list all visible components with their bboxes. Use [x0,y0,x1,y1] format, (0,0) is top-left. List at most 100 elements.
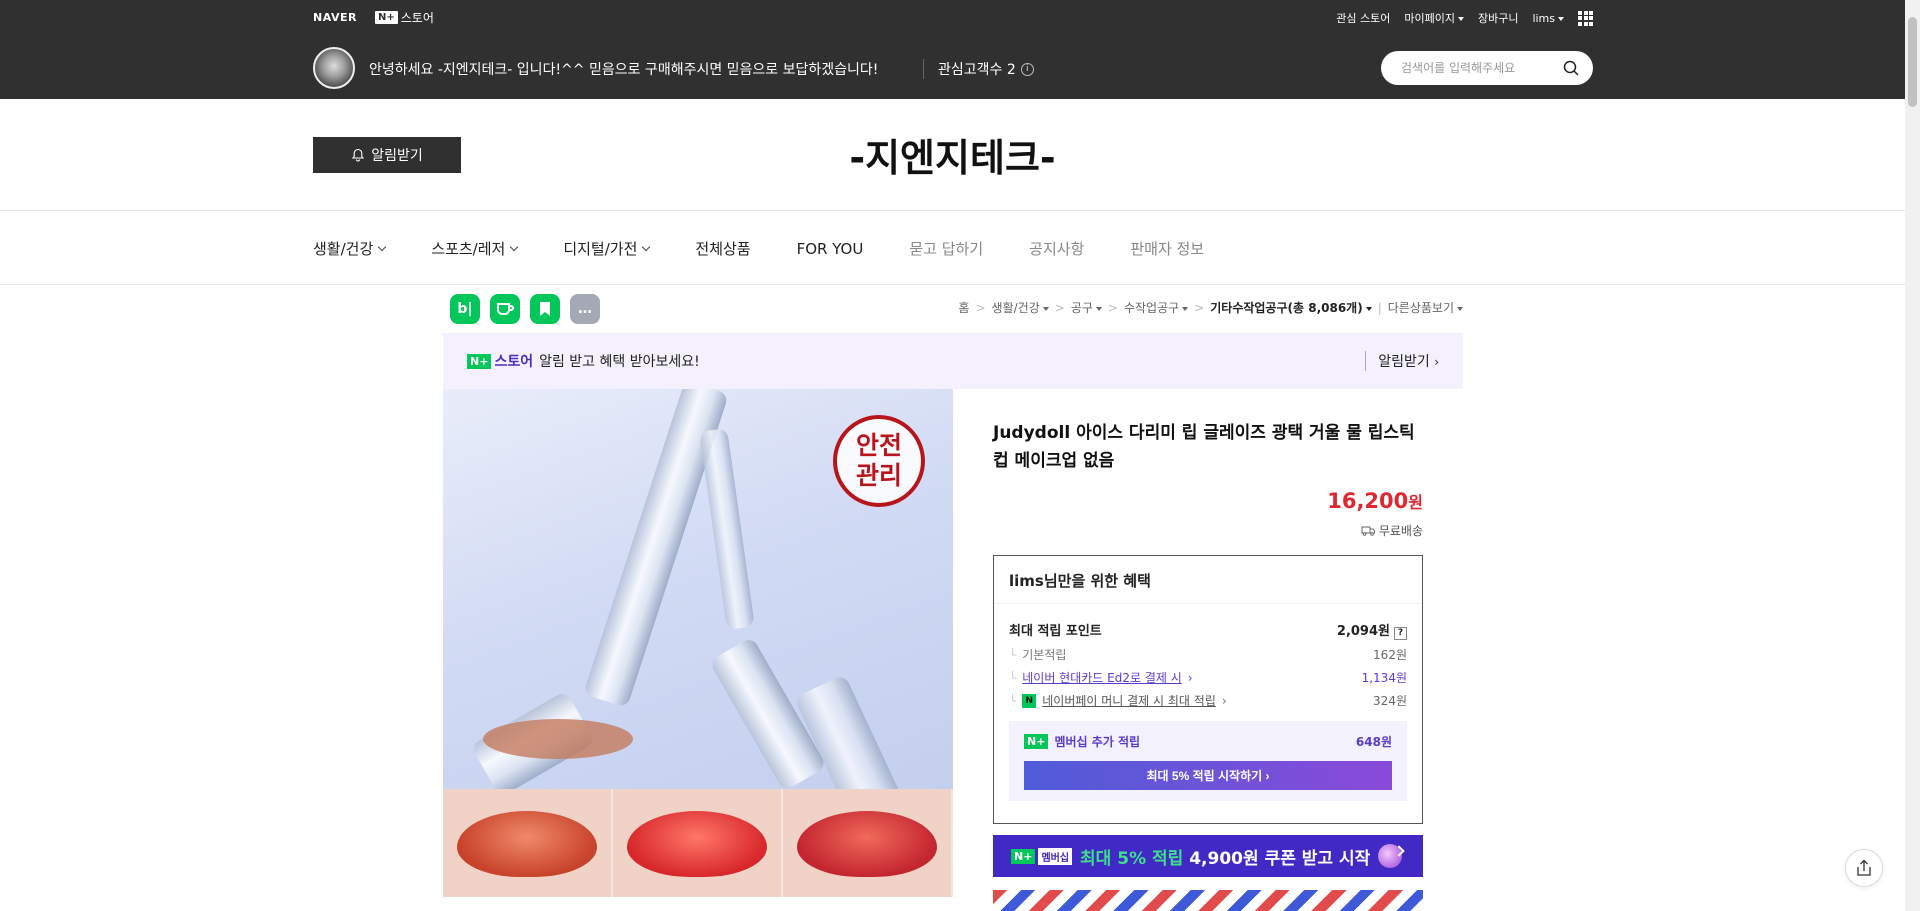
naver-store-logo[interactable]: N+ 스토어 [375,9,434,26]
chevron-right-icon: › [1187,670,1193,685]
promo-alarm-label: 알림받기 [1378,354,1430,370]
nav-label: 디지털/가전 [563,240,638,258]
top-utility-menu: 관심 스토어 마이페이지 장바구니 lims [1336,10,1593,26]
lip-tube-shape [699,428,755,630]
info-icon[interactable]: i [1020,62,1034,76]
product-main-image[interactable]: 안전 관리 [443,389,953,789]
nav-item-sports-leisure[interactable]: 스포츠/레저 [431,238,519,259]
chevron-down-icon [378,242,387,251]
nav-label: 스포츠/레저 [431,240,506,258]
nav-item-qna[interactable]: 묻고 답하기 [909,238,983,259]
price-value: 16,200 [1327,489,1409,513]
more-share-icon[interactable]: … [570,294,600,324]
breadcrumb-separator: > [1194,300,1205,315]
membership-label: N+ 멤버십 추가 적립 [1024,733,1140,750]
caret-down-icon [1457,17,1464,21]
membership-coupon-banner[interactable]: N+ 멤버십 최대 5% 적립 4,900원 쿠폰 받고 시작 [993,835,1423,877]
nplus-icon: N+ [375,11,398,24]
breadcrumb-home[interactable]: 홈 [958,299,969,316]
membership-start-button[interactable]: 최대 5% 적립 시작하기 › [1024,761,1392,790]
breadcrumb-category[interactable]: 생활/건강 [992,299,1049,316]
app-grid-icon[interactable] [1578,10,1593,26]
product-title: Judydoll 아이스 다리미 립 글레이즈 광택 거울 물 립스틱 컵 메이… [993,423,1415,471]
breadcrumb-category[interactable]: 공구 [1071,299,1102,316]
shipping-info: 무료배송 [1361,522,1423,539]
points-row-label: └ 네이버 현대카드 Ed2로 결제 시 › [1009,669,1193,686]
help-icon[interactable]: ? [1394,626,1407,640]
store-name[interactable]: -지엔지테크- [0,127,1905,182]
cafe-share-icon[interactable] [490,294,520,324]
price-currency: 원 [1408,493,1423,512]
promo-alarm-button[interactable]: 알림받기 › [1365,351,1439,371]
bookmark-share-icon[interactable] [530,294,560,324]
favorite-stores-link[interactable]: 관심 스토어 [1336,10,1390,26]
blog-share-icon[interactable]: b| [450,294,480,324]
store-header: 알림받기 -지엔지테크- [0,99,1905,211]
chevron-right-icon: › [1434,355,1439,369]
points-row: └ N 네이버페이 머니 결제 시 최대 적립 › 324원 [1009,692,1407,709]
other-products-link[interactable]: 다른상품보기 [1388,299,1463,316]
basic-points-value: 162원 [1373,648,1407,662]
mypage-label: 마이페이지 [1404,12,1455,25]
product-price: 16,200원 [1327,489,1423,513]
nplus-icon: N+ [1024,734,1049,749]
card-points-value: 1,134원 [1361,671,1407,685]
alarm-promo-banner: N+ 스토어 알림 받고 혜택 받아보세요! 알림받기 › [443,333,1463,389]
naver-logo[interactable]: NAVER [313,11,357,24]
mypage-link[interactable]: 마이페이지 [1404,10,1464,26]
top-bar: NAVER N+ 스토어 관심 스토어 마이페이지 장바구니 lims 안녕하세… [0,0,1905,99]
scrollbar-thumb[interactable] [1908,17,1917,107]
breadcrumb-label: 공구 [1070,301,1093,315]
hyundai-card-link[interactable]: 네이버 현대카드 Ed2로 결제 시 [1022,669,1182,686]
max-points-label: 최대 적립 포인트 [1009,624,1102,639]
points-row: └ 기본적립 162원 [1009,646,1407,663]
breadcrumb-label: 수작업공구 [1123,301,1180,315]
other-products-label: 다른상품보기 [1387,301,1454,315]
shipping-label: 무료배송 [1378,524,1423,538]
page-scrollbar[interactable] [1905,0,1920,911]
promo-store-label: 스토어 [494,354,534,370]
breadcrumb-label: 생활/건강 [991,301,1040,315]
cart-link[interactable]: 장바구니 [1478,10,1518,26]
breadcrumb-current-label: 기타수작업공구(총 8,086개) [1210,301,1363,315]
breadcrumb-current[interactable]: 기타수작업공구(총 8,086개) [1210,299,1372,316]
store-message: 안녕하세요 -지엔지테크- 입니다!^^ 믿음으로 구매해주시면 믿음으로 보답… [369,62,879,78]
breadcrumb-category[interactable]: 수작업공구 [1123,299,1189,316]
basic-points-label: 기본적립 [1022,648,1067,662]
search-icon[interactable] [1563,60,1579,76]
nav-item-notice[interactable]: 공지사항 [1029,238,1084,259]
max-points-amount: 2,094원 [1336,624,1390,639]
floating-share-button[interactable] [1845,849,1883,887]
user-menu[interactable]: lims [1532,12,1564,25]
membership-box: N+ 멤버십 추가 적립 648원 최대 5% 적립 시작하기 › [1009,721,1407,801]
chevron-right-icon: › [1221,693,1227,708]
membership-badge: 멤버십 [1038,847,1073,865]
naverpay-link[interactable]: 네이버페이 머니 결제 시 최대 적립 [1042,692,1216,709]
breadcrumb-separator: > [975,300,986,315]
points-row: └ 네이버 현대카드 Ed2로 결제 시 › 1,134원 [1009,669,1407,686]
caret-down-icon [1042,306,1049,311]
breadcrumb: 홈 > 생활/건강 > 공구 > 수작업공구 > 기타수작업공구(총 8,086… [958,299,1463,316]
membership-label-text: 멤버십 추가 적립 [1054,735,1141,749]
membership-value: 648원 [1355,735,1392,749]
lip-swatch [443,789,613,897]
nav-item-for-you[interactable]: FOR YOU [797,238,864,259]
nav-item-digital[interactable]: 디지털/가전 [563,238,651,259]
lip-swatch-images[interactable] [443,789,953,897]
search-box [1381,51,1593,85]
search-input[interactable] [1401,61,1556,75]
naverpay-points-value: 324원 [1373,694,1407,708]
membership-button-label: 최대 5% 적립 시작하기 [1146,769,1263,783]
coupon-highlight: 최대 5% 적립 [1080,848,1184,869]
max-points-row: 최대 적립 포인트 2,094원? [1009,620,1407,640]
lip-gloss-drop [483,719,633,759]
caret-down-icon [1182,306,1189,311]
user-name: lims [1532,11,1555,25]
max-points-value: 2,094원? [1337,620,1407,640]
nav-item-seller-info[interactable]: 판매자 정보 [1130,238,1204,259]
nav-item-all-products[interactable]: 전체상품 [695,238,750,259]
chevron-down-icon [510,242,519,251]
coupon-rest: 4,900원 쿠폰 받고 시작 [1183,848,1371,869]
nplus-icon: N+ [467,353,492,369]
nav-item-living-health[interactable]: 생활/건강 [313,238,387,259]
